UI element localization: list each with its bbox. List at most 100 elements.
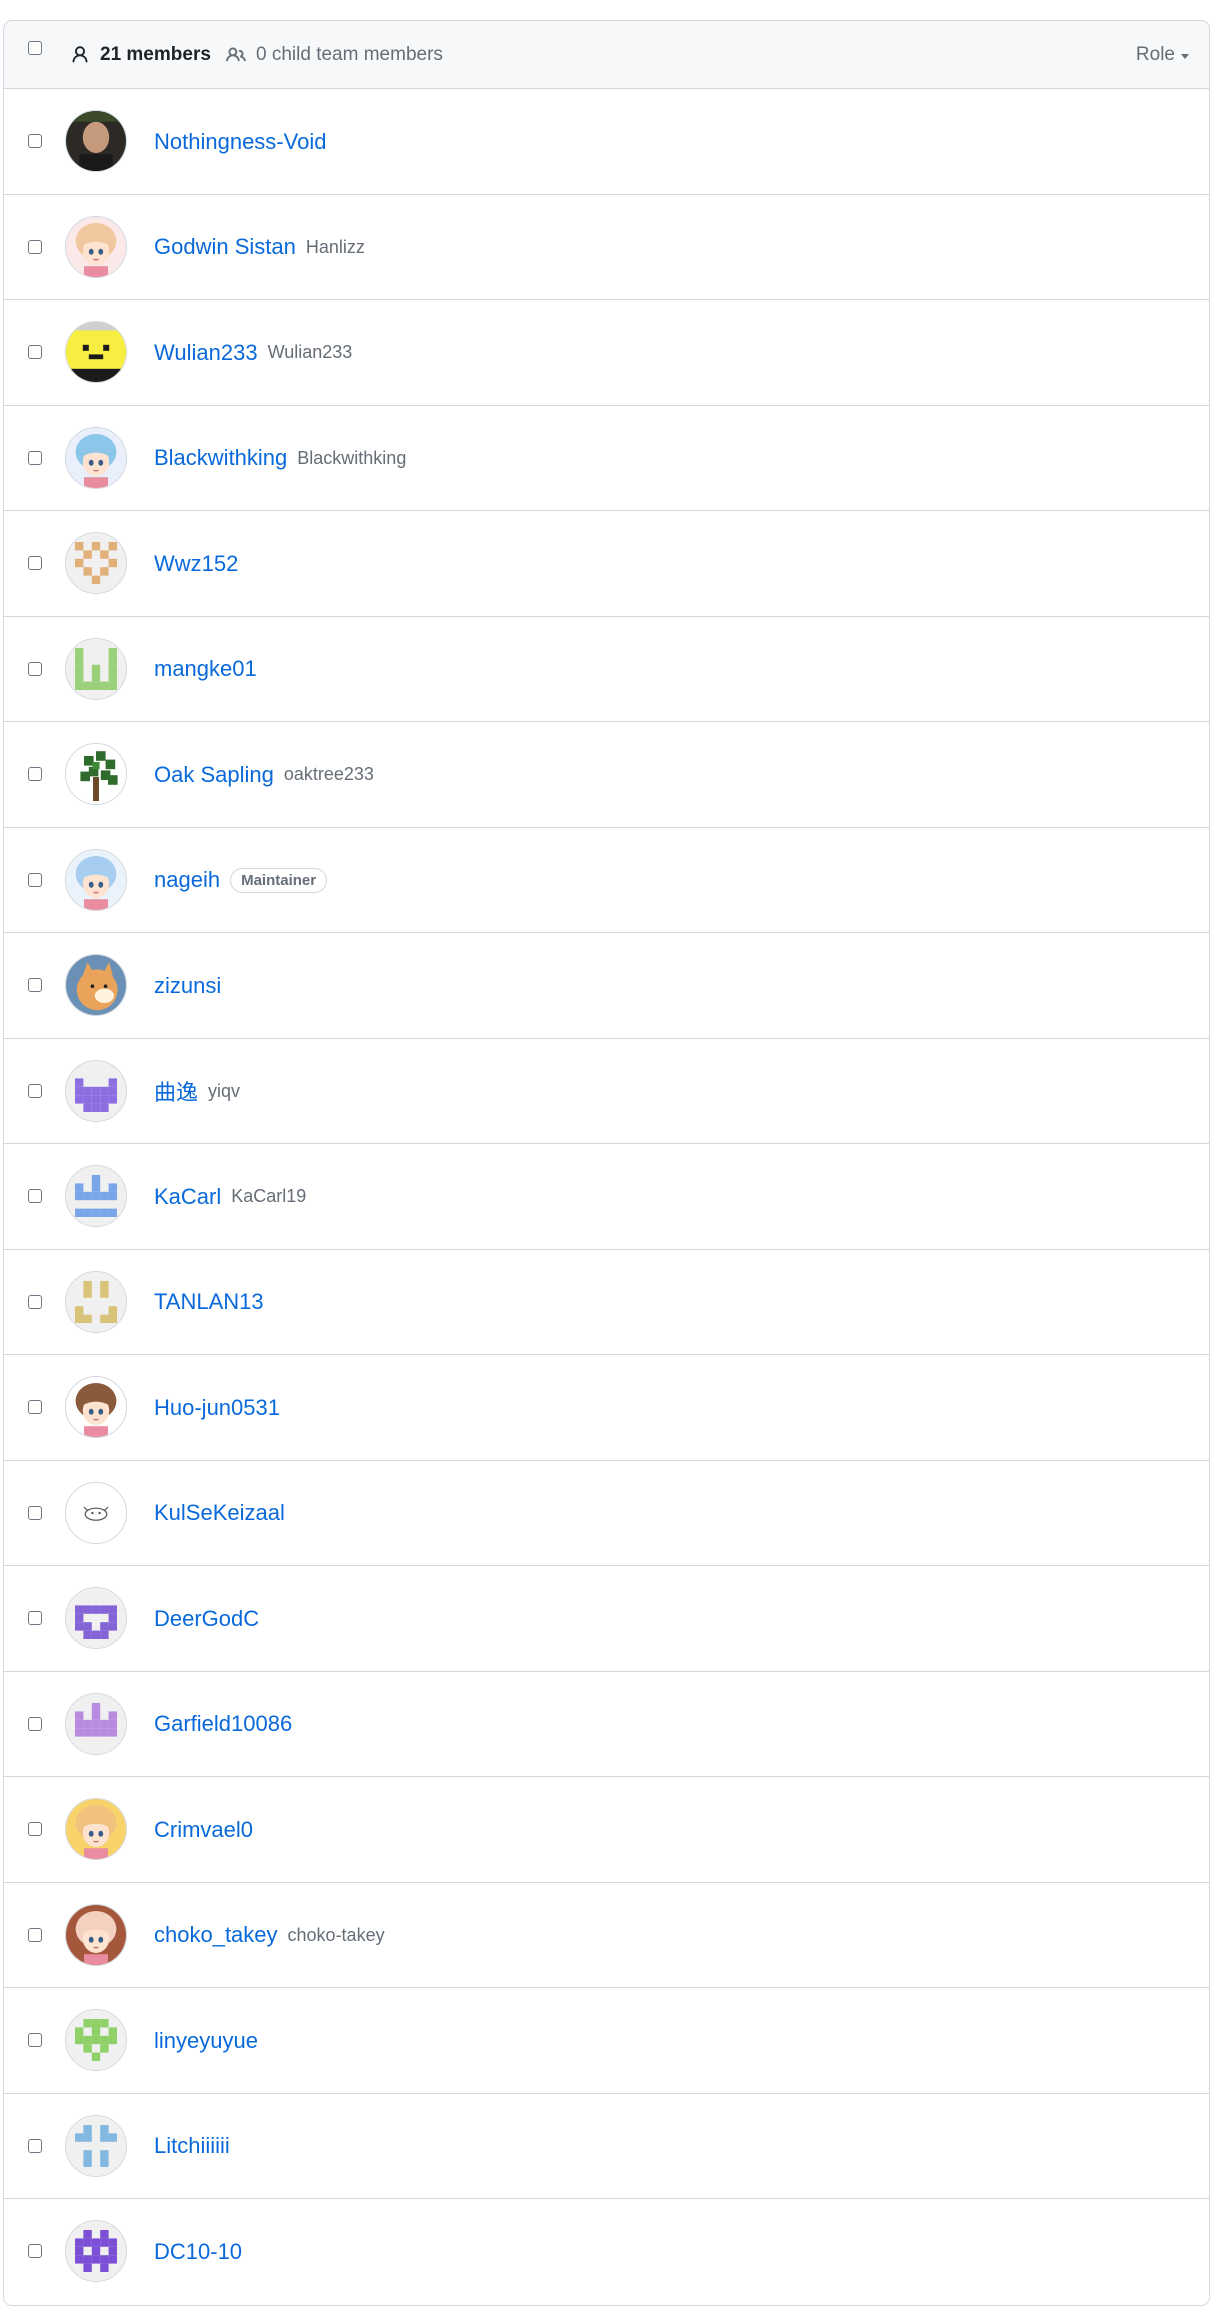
avatar[interactable] xyxy=(65,532,127,594)
member-name-link[interactable]: Oak Sapling xyxy=(154,762,274,788)
member-checkbox[interactable] xyxy=(28,1294,42,1309)
member-row: choko_takey choko-takey xyxy=(4,1882,1209,1988)
member-checkbox[interactable] xyxy=(28,1083,42,1098)
member-name-line: Oak Sapling oaktree233 xyxy=(154,722,374,827)
member-name-link[interactable]: Wwz152 xyxy=(154,551,238,577)
caret-down-icon xyxy=(1181,53,1189,59)
member-name-line: KulSeKeizaal xyxy=(154,1461,285,1566)
members-count[interactable]: 21 members xyxy=(70,21,211,89)
avatar[interactable] xyxy=(65,1692,127,1755)
member-row: 曲逸 yiqv xyxy=(4,1038,1209,1144)
member-name-link[interactable]: choko_takey xyxy=(154,1922,278,1948)
member-name-line: nageih Maintainer xyxy=(154,828,328,933)
member-name-link[interactable]: KaCarl xyxy=(154,1184,221,1210)
avatar[interactable] xyxy=(65,1165,127,1227)
child-team-members[interactable]: 0 child team members xyxy=(226,21,443,89)
member-row: mangke01 xyxy=(4,616,1209,722)
role-badge: Maintainer xyxy=(230,867,328,893)
member-name-link[interactable]: Litchiiiiii xyxy=(154,2133,230,2159)
member-checkbox[interactable] xyxy=(28,1716,42,1731)
member-name-link[interactable]: 曲逸 xyxy=(154,1075,198,1107)
member-checkbox[interactable] xyxy=(28,2244,42,2258)
member-name-link[interactable]: Garfield10086 xyxy=(154,1711,292,1737)
members-count-label: 21 members xyxy=(100,44,211,65)
role-filter-dropdown[interactable]: Role xyxy=(1136,21,1189,89)
member-checkbox[interactable] xyxy=(28,450,42,465)
member-checkbox[interactable] xyxy=(28,1927,42,1942)
member-name-link[interactable]: Blackwithking xyxy=(154,445,287,471)
avatar[interactable] xyxy=(65,215,127,278)
member-row: DeerGodC xyxy=(4,1566,1209,1672)
avatar[interactable] xyxy=(65,1798,127,1860)
member-name-line: Blackwithking Blackwithking xyxy=(154,406,406,511)
member-row: Crimvael0 xyxy=(4,1777,1209,1883)
member-row: Litchiiiiii xyxy=(4,2093,1209,2199)
member-name-link[interactable]: nageih xyxy=(154,867,220,893)
member-checkbox[interactable] xyxy=(28,1822,42,1836)
avatar[interactable] xyxy=(65,1059,127,1122)
avatar[interactable] xyxy=(65,110,127,172)
member-name-link[interactable]: KulSeKeizaal xyxy=(154,1500,285,1526)
member-name-line: Litchiiiiii xyxy=(154,2094,230,2199)
member-name-link[interactable]: TANLAN13 xyxy=(154,1289,264,1315)
member-name-line: linyeyuyue xyxy=(154,1988,258,2093)
member-name-link[interactable]: DeerGodC xyxy=(154,1606,259,1632)
member-checkbox[interactable] xyxy=(28,661,42,676)
member-checkbox[interactable] xyxy=(28,345,42,359)
avatar[interactable] xyxy=(65,637,127,700)
member-name-link[interactable]: Godwin Sistan xyxy=(154,234,296,260)
member-rows: Nothingness-Void Godwin Sistan Hanlizz Wuli… xyxy=(4,89,1209,2305)
member-checkbox[interactable] xyxy=(28,556,42,570)
member-checkbox[interactable] xyxy=(28,1400,42,1414)
people-icon xyxy=(226,47,246,62)
member-row: nageih Maintainer xyxy=(4,827,1209,933)
member-checkbox[interactable] xyxy=(28,2033,42,2047)
member-name-line: Crimvael0 xyxy=(154,1777,253,1882)
member-name-link[interactable]: linyeyuyue xyxy=(154,2028,258,2054)
member-name-line: choko_takey choko-takey xyxy=(154,1883,385,1988)
member-name-link[interactable]: zizunsi xyxy=(154,973,221,999)
avatar[interactable] xyxy=(65,1587,127,1649)
avatar[interactable] xyxy=(65,2114,127,2177)
member-name-link[interactable]: DC10-10 xyxy=(154,2239,242,2265)
member-name-line: 曲逸 yiqv xyxy=(154,1039,240,1144)
member-login: Blackwithking xyxy=(297,447,407,468)
member-checkbox[interactable] xyxy=(28,1505,42,1520)
avatar[interactable] xyxy=(65,954,127,1016)
member-row: DC10-10 xyxy=(4,2199,1209,2305)
avatar[interactable] xyxy=(65,848,127,911)
avatar[interactable] xyxy=(65,321,127,383)
member-row: KulSeKeizaal xyxy=(4,1460,1209,1566)
avatar[interactable] xyxy=(65,743,127,805)
member-row: Oak Sapling oaktree233 xyxy=(4,722,1209,828)
member-checkbox[interactable] xyxy=(28,239,42,254)
avatar[interactable] xyxy=(65,426,127,489)
avatar[interactable] xyxy=(65,1270,127,1333)
member-checkbox[interactable] xyxy=(28,1611,42,1625)
member-checkbox[interactable] xyxy=(28,978,42,992)
member-checkbox[interactable] xyxy=(28,134,42,148)
avatar[interactable] xyxy=(65,1481,127,1544)
member-row: Blackwithking Blackwithking xyxy=(4,405,1209,511)
member-name-link[interactable]: Crimvael0 xyxy=(154,1817,253,1843)
avatar[interactable] xyxy=(65,2009,127,2071)
member-name-line: Wwz152 xyxy=(154,511,238,616)
member-checkbox[interactable] xyxy=(28,2138,42,2153)
member-checkbox[interactable] xyxy=(28,872,42,887)
member-name-link[interactable]: Nothingness-Void xyxy=(154,129,326,155)
member-checkbox[interactable] xyxy=(28,767,42,781)
select-all-checkbox[interactable] xyxy=(28,41,42,55)
member-name-line: Nothingness-Void xyxy=(154,89,326,194)
member-name-link[interactable]: Huo-jun0531 xyxy=(154,1395,280,1421)
avatar[interactable] xyxy=(65,1903,127,1966)
member-name-link[interactable]: mangke01 xyxy=(154,656,257,682)
member-name-line: KaCarl KaCarl19 xyxy=(154,1144,306,1249)
member-row: Huo-jun0531 xyxy=(4,1355,1209,1461)
member-name-line: mangke01 xyxy=(154,617,257,722)
member-row: Wwz152 xyxy=(4,511,1209,617)
member-checkbox[interactable] xyxy=(28,1189,42,1203)
avatar[interactable] xyxy=(65,1376,127,1438)
avatar[interactable] xyxy=(65,2220,127,2282)
person-icon xyxy=(72,46,88,63)
member-name-link[interactable]: Wulian233 xyxy=(154,340,258,366)
